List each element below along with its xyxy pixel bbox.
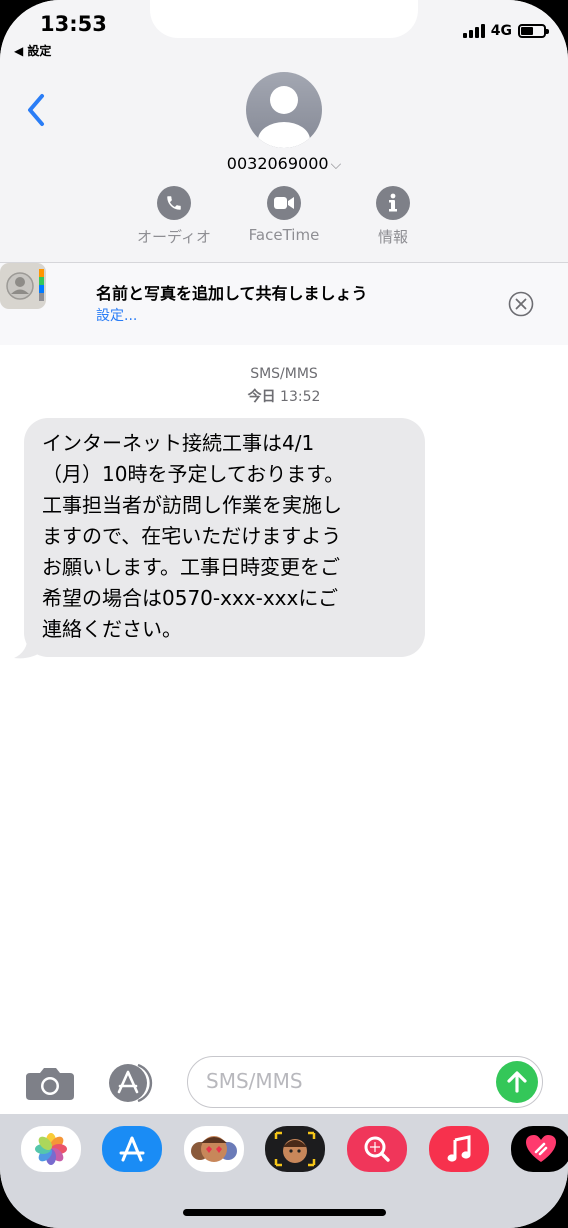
home-indicator[interactable]: [183, 1209, 386, 1216]
info-button[interactable]: 情報: [338, 186, 448, 247]
audio-call-label: オーディオ: [137, 228, 211, 246]
timestamp-time: 13:52: [280, 389, 321, 405]
contact-number: 0032069000: [226, 154, 329, 173]
chevron-down-icon: ⌵: [330, 157, 342, 173]
phone-screen: 13:53 ◀ 設定 4G 0032069000 ⌵ オーディオ FaceTim…: [0, 0, 568, 1228]
contact-avatar[interactable]: [246, 72, 322, 148]
close-icon[interactable]: [508, 291, 534, 317]
message-service-label: SMS/MMS: [250, 366, 318, 382]
status-time: 13:53: [40, 12, 107, 36]
message-input-placeholder: SMS/MMS: [206, 1069, 303, 1093]
info-icon: [376, 186, 410, 220]
person-silhouette-icon: [258, 86, 310, 148]
app-store-drawer-icon[interactable]: [106, 1062, 160, 1104]
memoji-icon[interactable]: [265, 1126, 325, 1172]
contacts-app-icon: [0, 263, 46, 309]
audio-call-button[interactable]: オーディオ: [119, 186, 229, 247]
notch: [150, 0, 418, 38]
back-to-app-link[interactable]: ◀ 設定: [14, 42, 51, 59]
share-name-photo-banner[interactable]: [0, 263, 568, 345]
phone-icon: [157, 186, 191, 220]
contact-name[interactable]: 0032069000 ⌵: [0, 154, 568, 173]
music-icon[interactable]: [429, 1126, 489, 1172]
facetime-button[interactable]: FaceTime: [229, 186, 339, 244]
facetime-label: FaceTime: [248, 226, 320, 244]
signal-icon: [462, 24, 485, 38]
video-icon: [267, 186, 301, 220]
info-label: 情報: [377, 228, 408, 246]
banner-settings-link[interactable]: 設定...: [96, 305, 137, 325]
status-indicators: 4G: [462, 23, 549, 39]
battery-icon: [518, 24, 549, 38]
send-button[interactable]: [496, 1061, 538, 1103]
memoji-stickers-icon[interactable]: [184, 1126, 244, 1172]
arrow-up-icon: [507, 1071, 527, 1093]
photos-icon[interactable]: [21, 1126, 81, 1172]
network-type: 4G: [490, 23, 512, 39]
timestamp-day: 今日: [247, 389, 276, 405]
back-chevron-icon[interactable]: [22, 90, 62, 130]
digital-touch-icon[interactable]: [511, 1126, 568, 1172]
message-text: インターネット接続工事は4/1 （月）10時を予定しております。 工事担当者が訪…: [42, 431, 345, 641]
contact-actions: オーディオ FaceTime 情報: [0, 186, 568, 256]
search-images-icon[interactable]: [347, 1126, 407, 1172]
banner-title: 名前と写真を追加して共有しましょう: [96, 284, 368, 303]
app-store-icon[interactable]: [102, 1126, 162, 1172]
received-message-bubble[interactable]: インターネット接続工事は4/1 （月）10時を予定しております。 工事担当者が訪…: [24, 418, 425, 657]
message-timestamp: 今日 13:52: [0, 386, 568, 406]
camera-icon[interactable]: [26, 1066, 74, 1100]
